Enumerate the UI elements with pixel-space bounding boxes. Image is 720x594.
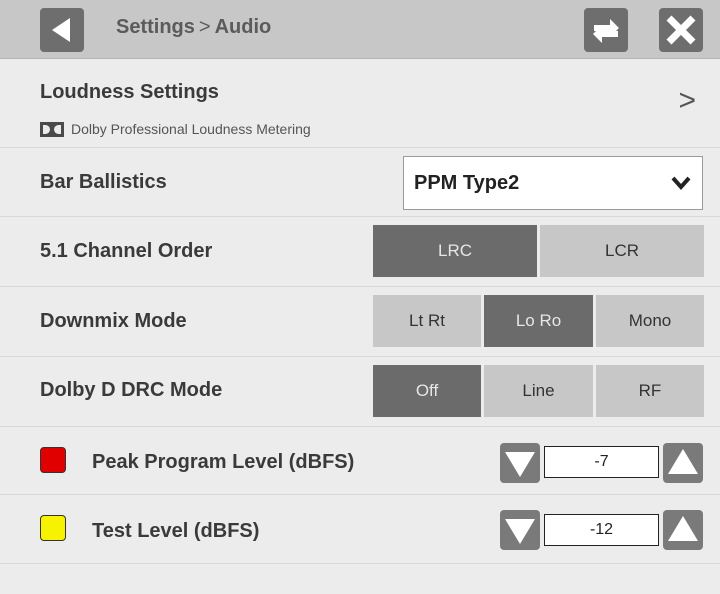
close-icon [666, 15, 696, 45]
channel-order-option-lcr[interactable]: LCR [540, 225, 704, 277]
back-arrow-icon [52, 18, 70, 42]
test-level-color-swatch[interactable] [40, 515, 66, 541]
bar-ballistics-selected: PPM Type2 [414, 172, 520, 194]
downmix-option-mono[interactable]: Mono [596, 295, 704, 347]
peak-program-level-label: Peak Program Level (dBFS) [92, 451, 355, 473]
close-button[interactable] [659, 8, 703, 52]
breadcrumb-current: Audio [214, 16, 272, 38]
chevron-down-icon [671, 176, 691, 191]
channel-order-label: 5.1 Channel Order [40, 240, 213, 262]
swap-icon [593, 19, 619, 43]
triangle-up-icon [668, 516, 698, 541]
loudness-settings-title: Loudness Settings [40, 81, 219, 103]
drc-mode-row: Dolby D DRC Mode Off Line RF [0, 357, 720, 427]
triangle-up-icon [668, 449, 698, 474]
back-button[interactable] [40, 8, 84, 52]
downmix-mode-label: Downmix Mode [40, 310, 187, 332]
peak-level-value-field[interactable]: -7 [544, 446, 659, 478]
triangle-down-icon [505, 519, 535, 544]
peak-level-color-swatch[interactable] [40, 447, 66, 473]
dolby-logo-icon [40, 121, 64, 137]
test-level-row: Test Level (dBFS) -12 [0, 495, 720, 564]
downmix-option-lo-ro[interactable]: Lo Ro [484, 295, 593, 347]
bar-ballistics-label: Bar Ballistics [40, 171, 167, 193]
bar-ballistics-select[interactable]: PPM Type2 [403, 156, 703, 210]
loudness-subtitle-text: Dolby Professional Loudness Metering [71, 121, 311, 137]
breadcrumb-separator: > [198, 16, 211, 38]
test-level-value-field[interactable]: -12 [544, 514, 659, 546]
drc-option-off[interactable]: Off [373, 365, 481, 417]
channel-order-option-lrc[interactable]: LRC [373, 225, 537, 277]
audio-settings-screen: Settings > Audio Loudness Settings Dolby P… [0, 0, 720, 594]
peak-program-level-row: Peak Program Level (dBFS) -7 [0, 427, 720, 495]
chevron-right-icon: > [678, 84, 696, 117]
test-level-increment-button[interactable] [663, 510, 703, 550]
channel-order-row: 5.1 Channel Order LRC LCR [0, 217, 720, 287]
test-level-label: Test Level (dBFS) [92, 520, 260, 542]
loudness-subtitle: Dolby Professional Loudness Metering [40, 121, 311, 137]
downmix-mode-row: Downmix Mode Lt Rt Lo Ro Mono [0, 287, 720, 357]
breadcrumb-parent: Settings [116, 16, 195, 38]
bar-ballistics-row: Bar Ballistics PPM Type2 [0, 148, 720, 217]
header-bar: Settings > Audio [0, 0, 720, 59]
loudness-settings-row[interactable]: Loudness Settings Dolby Professional Lou… [0, 59, 720, 148]
peak-level-decrement-button[interactable] [500, 443, 540, 483]
drc-option-rf[interactable]: RF [596, 365, 704, 417]
drc-option-line[interactable]: Line [484, 365, 593, 417]
drc-mode-label: Dolby D DRC Mode [40, 379, 223, 401]
peak-level-increment-button[interactable] [663, 443, 703, 483]
breadcrumb: Settings > Audio [116, 16, 271, 39]
triangle-down-icon [505, 452, 535, 477]
test-level-decrement-button[interactable] [500, 510, 540, 550]
downmix-option-lt-rt[interactable]: Lt Rt [373, 295, 481, 347]
swap-button[interactable] [584, 8, 628, 52]
